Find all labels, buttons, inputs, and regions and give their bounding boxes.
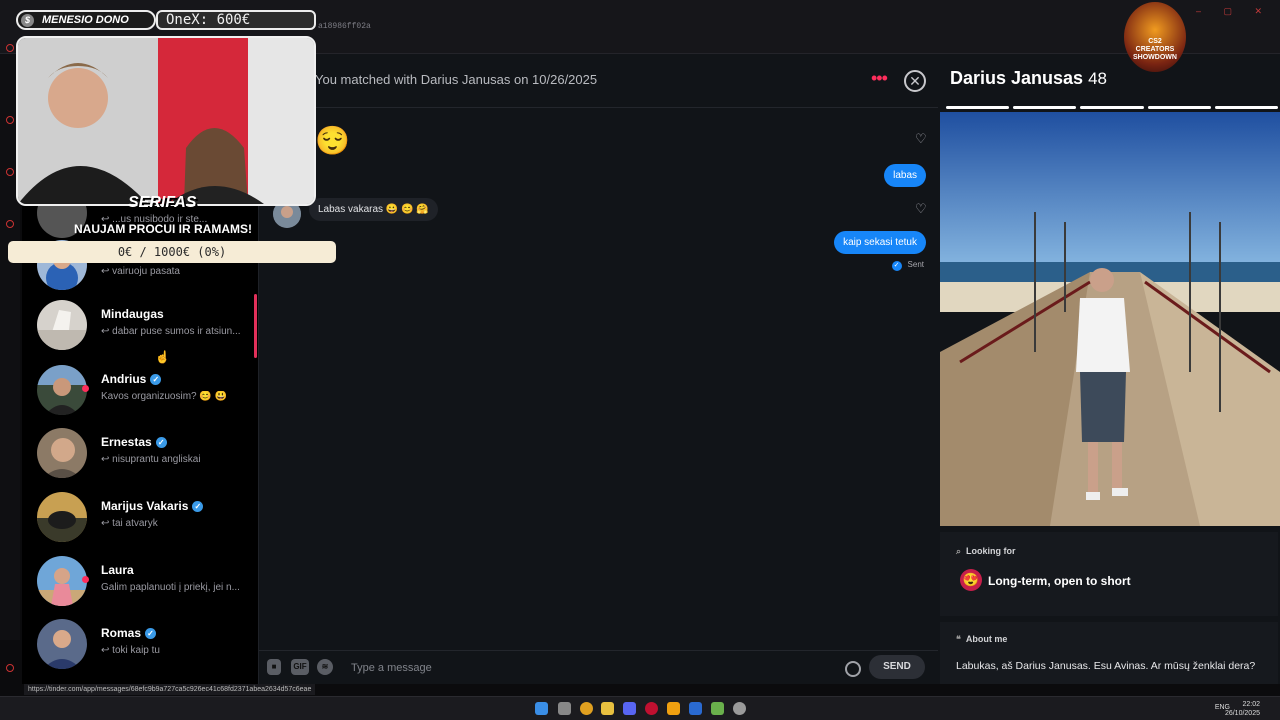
looking-for-value: Long-term, open to short <box>988 574 1131 588</box>
app-icon[interactable] <box>689 702 702 715</box>
start-icon[interactable] <box>535 702 548 715</box>
opera-icon[interactable] <box>645 702 658 715</box>
close-icon[interactable]: ✕ <box>904 70 926 92</box>
message-composer: ■ GIF ≋ SEND <box>259 650 939 684</box>
status-bar-url: https://tinder.com/app/messages/68efc9b9… <box>24 684 316 695</box>
heart-eyes-icon: 😍 <box>960 569 982 591</box>
like-heart-icon[interactable]: ♡ <box>915 132 929 146</box>
match-item-romas[interactable]: Romas ✓ ↩ toki kaip tu <box>22 613 258 675</box>
looking-for-label: ⌕ Looking for <box>956 546 1016 556</box>
match-item-marijus-vakaris[interactable]: Marijus Vakaris ✓ ↩ tai atvaryk <box>22 486 258 548</box>
online-indicator <box>82 385 89 392</box>
cs2-showdown-logo: CS2 CREATORS SHOWDOWN <box>1124 2 1186 72</box>
check-icon: ✓ <box>891 261 902 271</box>
matched-date-text: You matched with Darius Janusas on 10/26… <box>315 72 598 87</box>
taskbar: ENG 22:02 26/10/2025 <box>0 696 1280 720</box>
sticker-icon[interactable]: ■ <box>267 659 281 675</box>
goal-progress-bar: 0€ / 1000€ (0%) <box>8 241 336 263</box>
message-input[interactable] <box>351 659 831 677</box>
verified-badge-icon: ✓ <box>155 437 167 448</box>
more-options-icon[interactable]: ••• <box>871 68 888 89</box>
emoji-icon[interactable] <box>845 661 861 677</box>
discord-icon[interactable] <box>623 702 636 715</box>
message-preview: ↩ vairuoju pasata <box>101 266 180 277</box>
match-list-scrollbar[interactable] <box>254 294 257 358</box>
like-heart-icon[interactable]: ♡ <box>915 202 929 216</box>
match-name: Mindaugas <box>101 307 164 321</box>
gif-button[interactable]: GIF <box>291 659 309 675</box>
message-preview: Kavos organizuosim? 😊 😃 <box>101 391 228 402</box>
photo-indicator-segment[interactable] <box>1147 106 1211 109</box>
photo-indicator-segment[interactable] <box>1080 106 1144 109</box>
match-name: Andrius ✓ <box>101 372 162 386</box>
donation-amount: OneX: 600€ <box>156 10 316 30</box>
chat-header: You matched with Darius Janusas on 10/26… <box>259 54 939 108</box>
match-name: Ernestas ✓ <box>101 435 167 449</box>
search-icon: ⌕ <box>956 546 962 556</box>
avatar <box>37 300 87 350</box>
match-name: Marijus Vakaris ✓ <box>101 499 204 513</box>
message-preview: ↩ nisuprantu angliskai <box>101 454 201 465</box>
folder-icon[interactable] <box>601 702 614 715</box>
photo-indicator-segment[interactable] <box>1013 106 1077 109</box>
profile-age: 48 <box>1088 69 1108 88</box>
message-preview: ↩ dabar puse sumos ir atsiun... <box>101 326 241 337</box>
webcam-overlay <box>16 36 316 206</box>
verified-badge-icon: ✓ <box>145 628 157 639</box>
match-name: Romas ✓ <box>101 626 157 640</box>
photo-indicator[interactable] <box>946 106 1279 109</box>
mouse-cursor-icon: ☝ <box>155 350 170 364</box>
send-button[interactable]: SEND <box>869 655 925 679</box>
settings-icon[interactable] <box>733 702 746 715</box>
chrome-icon[interactable] <box>580 702 593 715</box>
photo-indicator-segment[interactable] <box>1214 106 1279 109</box>
spotify-icon[interactable]: ≋ <box>317 659 333 675</box>
message-preview: ↩ tai atvaryk <box>101 518 158 529</box>
about-me-label: ❝ About me <box>956 634 1008 644</box>
window-controls[interactable]: – ▢ ✕ <box>1196 6 1272 17</box>
message-preview: ↩ toki kaip tu <box>101 645 160 656</box>
match-item-laura[interactable]: Laura Galim paplanuoti į priekį, jei n..… <box>22 550 258 612</box>
photo-indicator-segment[interactable] <box>946 106 1010 109</box>
match-name: Laura <box>101 563 134 577</box>
verified-badge-icon: ✓ <box>192 501 204 512</box>
avatar <box>37 428 87 478</box>
message-bubble-incoming: Labas vakaras 😀 😊 🤗 <box>309 198 438 221</box>
profile-name: Darius Janusas 48 <box>950 68 1108 88</box>
match-item-mindaugas[interactable]: Mindaugas ↩ dabar puse sumos ir atsiun..… <box>22 294 258 356</box>
chat-panel: You matched with Darius Janusas on 10/26… <box>258 54 939 684</box>
app-icon[interactable] <box>667 702 680 715</box>
profile-photo[interactable] <box>940 112 1280 526</box>
goal-title: SERIFAS <box>128 194 197 211</box>
task-view-icon[interactable] <box>558 702 571 715</box>
match-item-andrius[interactable]: Andrius ✓ Kavos organizuosim? 😊 😃 <box>22 359 258 421</box>
profile-panel: Darius Janusas 48 ⌕ Looking for 😍 Long-t… <box>938 54 1280 684</box>
looking-for-card: ⌕ Looking for 😍 Long-term, open to short <box>940 532 1278 616</box>
app-icon[interactable] <box>711 702 724 715</box>
avatar <box>37 365 87 415</box>
donation-bar: $ MENESIO DONO OneX: 600€ <box>16 10 316 30</box>
url-fragment: a18986ff02a <box>318 22 371 31</box>
sent-status: ✓ Sent <box>891 260 924 271</box>
verified-badge-icon: ✓ <box>150 374 162 385</box>
avatar <box>37 556 87 606</box>
coin-icon: $ <box>21 14 34 27</box>
clock[interactable]: 22:02 26/10/2025 <box>1225 700 1260 718</box>
message-bubble-outgoing: labas <box>884 164 926 187</box>
message-bubble-outgoing: kaip sekasi tetuk <box>834 231 926 254</box>
avatar <box>37 492 87 542</box>
online-indicator <box>82 576 89 583</box>
gif-reaction: 😌 <box>315 125 350 156</box>
goal-subtitle: NAUJAM PROCUI IR RAMAMS! <box>74 222 252 236</box>
donation-label: $ MENESIO DONO <box>16 10 156 30</box>
match-item-ernestas[interactable]: Ernestas ✓ ↩ nisuprantu angliskai <box>22 422 258 484</box>
about-me-card: ❝ About me Labukas, aš Darius Janusas. Es… <box>940 622 1278 684</box>
about-me-text: Labukas, aš Darius Janusas. Esu Avinas. … <box>956 660 1256 672</box>
avatar <box>37 619 87 669</box>
message-preview: Galim paplanuoti į priekį, jei n... <box>101 582 240 593</box>
quote-icon: ❝ <box>956 634 961 644</box>
